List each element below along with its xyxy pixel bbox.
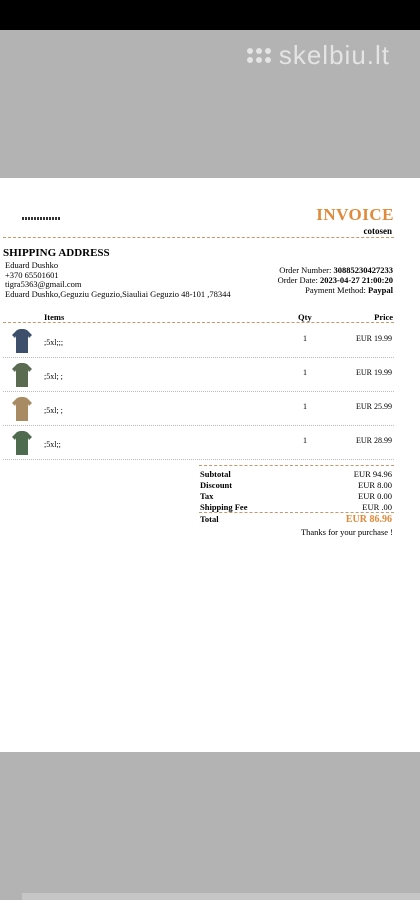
order-number: 30885230427233 bbox=[333, 265, 394, 275]
subtotal-value: EUR 94.96 bbox=[353, 469, 392, 479]
item-price: EUR 28.99 bbox=[356, 436, 392, 445]
invoice-document: INVOICE cotosen SHIPPING ADDRESS Eduard … bbox=[0, 178, 420, 752]
invoice-title: INVOICE bbox=[316, 205, 394, 224]
payment-label: Payment Method: bbox=[305, 285, 366, 295]
order-date-label: Order Date: bbox=[277, 275, 318, 285]
item-name: ;5xl; ; bbox=[44, 372, 63, 381]
tax-value: EUR 0.00 bbox=[358, 491, 392, 501]
image-backdrop-bottom bbox=[0, 752, 420, 900]
watermark-logo-icon bbox=[246, 48, 271, 63]
item-qty: 1 bbox=[303, 368, 307, 377]
bottom-strip bbox=[22, 893, 420, 900]
subtotal-label: Subtotal bbox=[200, 469, 231, 479]
divider bbox=[199, 465, 394, 466]
item-name: ;5xl;; bbox=[44, 440, 61, 449]
item-name: ;5xl; ; bbox=[44, 406, 63, 415]
shirt-icon bbox=[12, 397, 32, 421]
divider bbox=[3, 237, 394, 238]
shipping-heading: SHIPPING ADDRESS bbox=[3, 247, 110, 259]
order-info: Order Number: 30885230427233 Order Date:… bbox=[278, 265, 393, 295]
customer-address: Eduard Dushko,Geguziu Geguzio,Siauliai G… bbox=[5, 288, 231, 299]
thanks-note: Thanks for your purchase ! bbox=[300, 527, 393, 537]
line-item: ;5xl; ; 1 EUR 25.99 bbox=[3, 391, 394, 426]
shipping-fee-value: EUR .00 bbox=[362, 502, 392, 512]
shop-name: cotosen bbox=[363, 226, 393, 236]
top-bar bbox=[0, 0, 420, 30]
shipping-fee-label: Shipping Fee bbox=[200, 502, 248, 512]
item-price: EUR 19.99 bbox=[356, 368, 392, 377]
total-label: Total bbox=[200, 514, 219, 524]
tax-label: Tax bbox=[200, 491, 214, 501]
discount-value: EUR 8.00 bbox=[358, 480, 392, 490]
line-item: ;5xl; ; 1 EUR 19.99 bbox=[3, 357, 394, 392]
item-price: EUR 25.99 bbox=[356, 402, 392, 411]
shirt-icon bbox=[12, 363, 32, 387]
line-item: ;5xl;; 1 EUR 28.99 bbox=[3, 425, 394, 460]
col-price: Price bbox=[374, 312, 393, 322]
item-qty: 1 bbox=[303, 436, 307, 445]
item-qty: 1 bbox=[303, 334, 307, 343]
discount-label: Discount bbox=[200, 480, 233, 490]
order-date: 2023-04-27 21:00:20 bbox=[320, 275, 393, 285]
watermark: skelbiu.lt bbox=[246, 40, 390, 71]
col-qty: Qty bbox=[298, 312, 312, 322]
shirt-icon bbox=[12, 329, 32, 353]
shipping-address: Eduard Dushko +370 65501601 tigra5363@gm… bbox=[5, 260, 231, 299]
watermark-text: skelbiu.lt bbox=[278, 40, 390, 70]
item-qty: 1 bbox=[303, 402, 307, 411]
item-name: ;5xl;;; bbox=[44, 338, 64, 347]
col-items: Items bbox=[44, 312, 65, 322]
shirt-icon bbox=[12, 431, 32, 455]
line-item: ;5xl;;; 1 EUR 19.99 bbox=[3, 323, 394, 358]
divider bbox=[199, 512, 394, 513]
shop-logo bbox=[22, 217, 60, 220]
payment-method: Paypal bbox=[367, 285, 393, 295]
total-value: EUR 86.96 bbox=[345, 514, 392, 525]
item-price: EUR 19.99 bbox=[356, 334, 392, 343]
order-number-label: Order Number: bbox=[279, 265, 332, 275]
